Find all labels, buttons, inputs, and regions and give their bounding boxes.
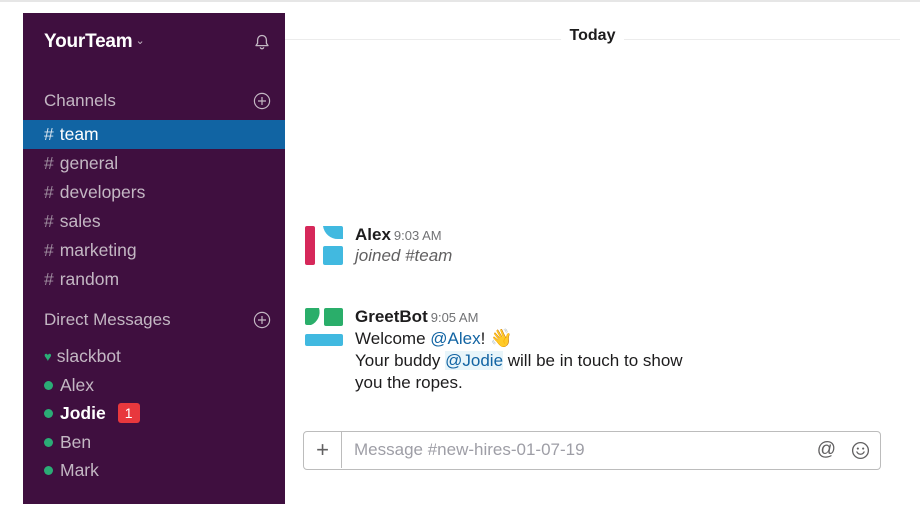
mention-alex[interactable]: @Alex	[430, 329, 480, 348]
presence-online-icon	[44, 437, 53, 447]
message-line: Your buddy @Jodie will be in touch to sh…	[355, 350, 890, 372]
dm-name: slackbot	[56, 346, 121, 366]
channels-header-label[interactable]: Channels	[44, 91, 116, 110]
sender-name[interactable]: Alex	[355, 225, 391, 244]
channel-list: # team # general # developers # sales # marke…	[23, 120, 285, 294]
chevron-down-icon[interactable]: ⌄	[136, 35, 145, 47]
channel-name: developers	[59, 182, 146, 202]
dm-name: Mark	[60, 460, 99, 480]
message-body: Alex 9:03 AM joined #team	[355, 225, 890, 267]
add-dm-icon[interactable]	[253, 311, 271, 329]
greetbot-avatar[interactable]	[304, 307, 344, 347]
emoji-icon[interactable]	[851, 441, 870, 460]
unread-badge: 1	[117, 403, 140, 423]
dm-section-header[interactable]: Direct Messages	[44, 310, 271, 332]
mention-jodie[interactable]: @Jodie	[445, 351, 504, 370]
message-line: you the ropes.	[355, 373, 463, 392]
channel-item-general[interactable]: # general	[23, 149, 285, 178]
presence-online-icon	[44, 409, 53, 418]
dm-name: Ben	[60, 431, 92, 452]
text: Your buddy	[355, 351, 446, 370]
dm-item-slackbot[interactable]: ♥ slackbot	[23, 342, 285, 371]
channel-item-marketing[interactable]: # marketing	[23, 236, 285, 265]
channel-name: general	[59, 153, 119, 173]
window-top-border	[0, 0, 920, 2]
message-composer: + @	[303, 431, 881, 470]
hash-icon: #	[44, 153, 54, 173]
message-line: Welcome @Alex! 👋	[355, 327, 890, 350]
team-name[interactable]: YourTeam	[44, 31, 133, 52]
message-input[interactable]	[354, 432, 794, 468]
timestamp[interactable]: 9:03 AM	[394, 228, 442, 243]
dm-list: ♥ slackbot Alex Jodie 1 Ben Mark	[23, 342, 285, 485]
channel-name: random	[59, 269, 120, 289]
wave-emoji-icon: 👋	[490, 328, 513, 348]
dm-item-jodie[interactable]: Jodie 1	[23, 399, 285, 428]
hash-icon: #	[44, 240, 54, 260]
channel-item-sales[interactable]: # sales	[23, 207, 285, 236]
channel-item-team[interactable]: # team	[23, 120, 285, 149]
hash-icon: #	[44, 182, 54, 202]
sidebar: YourTeam ⌄ Channels # team # general # devel…	[23, 13, 285, 504]
message-body: GreetBot 9:05 AM Welcome @Alex! 👋 Your bu…	[355, 307, 890, 394]
bell-icon[interactable]	[253, 33, 271, 51]
dm-item-ben[interactable]: Ben	[23, 428, 285, 457]
dm-item-mark[interactable]: Mark	[23, 456, 285, 485]
channels-section-header[interactable]: Channels	[44, 91, 271, 113]
presence-online-icon	[44, 466, 53, 475]
timestamp[interactable]: 9:05 AM	[431, 310, 479, 325]
message-pane: Today Alex 9:03 AM joined #team GreetBot 9…	[285, 13, 920, 522]
hash-icon: #	[44, 124, 54, 144]
channel-item-developers[interactable]: # developers	[23, 178, 285, 207]
mention-at-icon[interactable]: @	[817, 439, 836, 461]
text: Welcome	[355, 329, 431, 348]
channel-name: sales	[59, 211, 101, 231]
channel-item-random[interactable]: # random	[23, 265, 285, 294]
channel-name: team	[59, 124, 99, 144]
day-divider: Today	[285, 27, 900, 49]
dm-name: Alex	[60, 374, 95, 395]
add-channel-icon[interactable]	[253, 92, 271, 110]
attach-plus-button[interactable]: +	[304, 432, 342, 468]
text: will be in touch to show	[503, 351, 683, 370]
channel-name: marketing	[59, 240, 137, 260]
dm-header-label[interactable]: Direct Messages	[44, 310, 171, 329]
text: !	[480, 329, 486, 348]
sender-name[interactable]: GreetBot	[355, 307, 428, 326]
hash-icon: #	[44, 211, 54, 231]
team-header[interactable]: YourTeam ⌄	[44, 31, 271, 57]
alex-avatar[interactable]	[304, 225, 344, 265]
dm-item-alex[interactable]: Alex	[23, 371, 285, 400]
day-divider-label: Today	[560, 27, 625, 45]
hash-icon: #	[44, 269, 54, 289]
heart-icon: ♥	[44, 349, 52, 364]
presence-online-icon	[44, 380, 53, 390]
dm-name: Jodie	[60, 403, 106, 423]
system-message-text: joined #team	[355, 246, 453, 265]
